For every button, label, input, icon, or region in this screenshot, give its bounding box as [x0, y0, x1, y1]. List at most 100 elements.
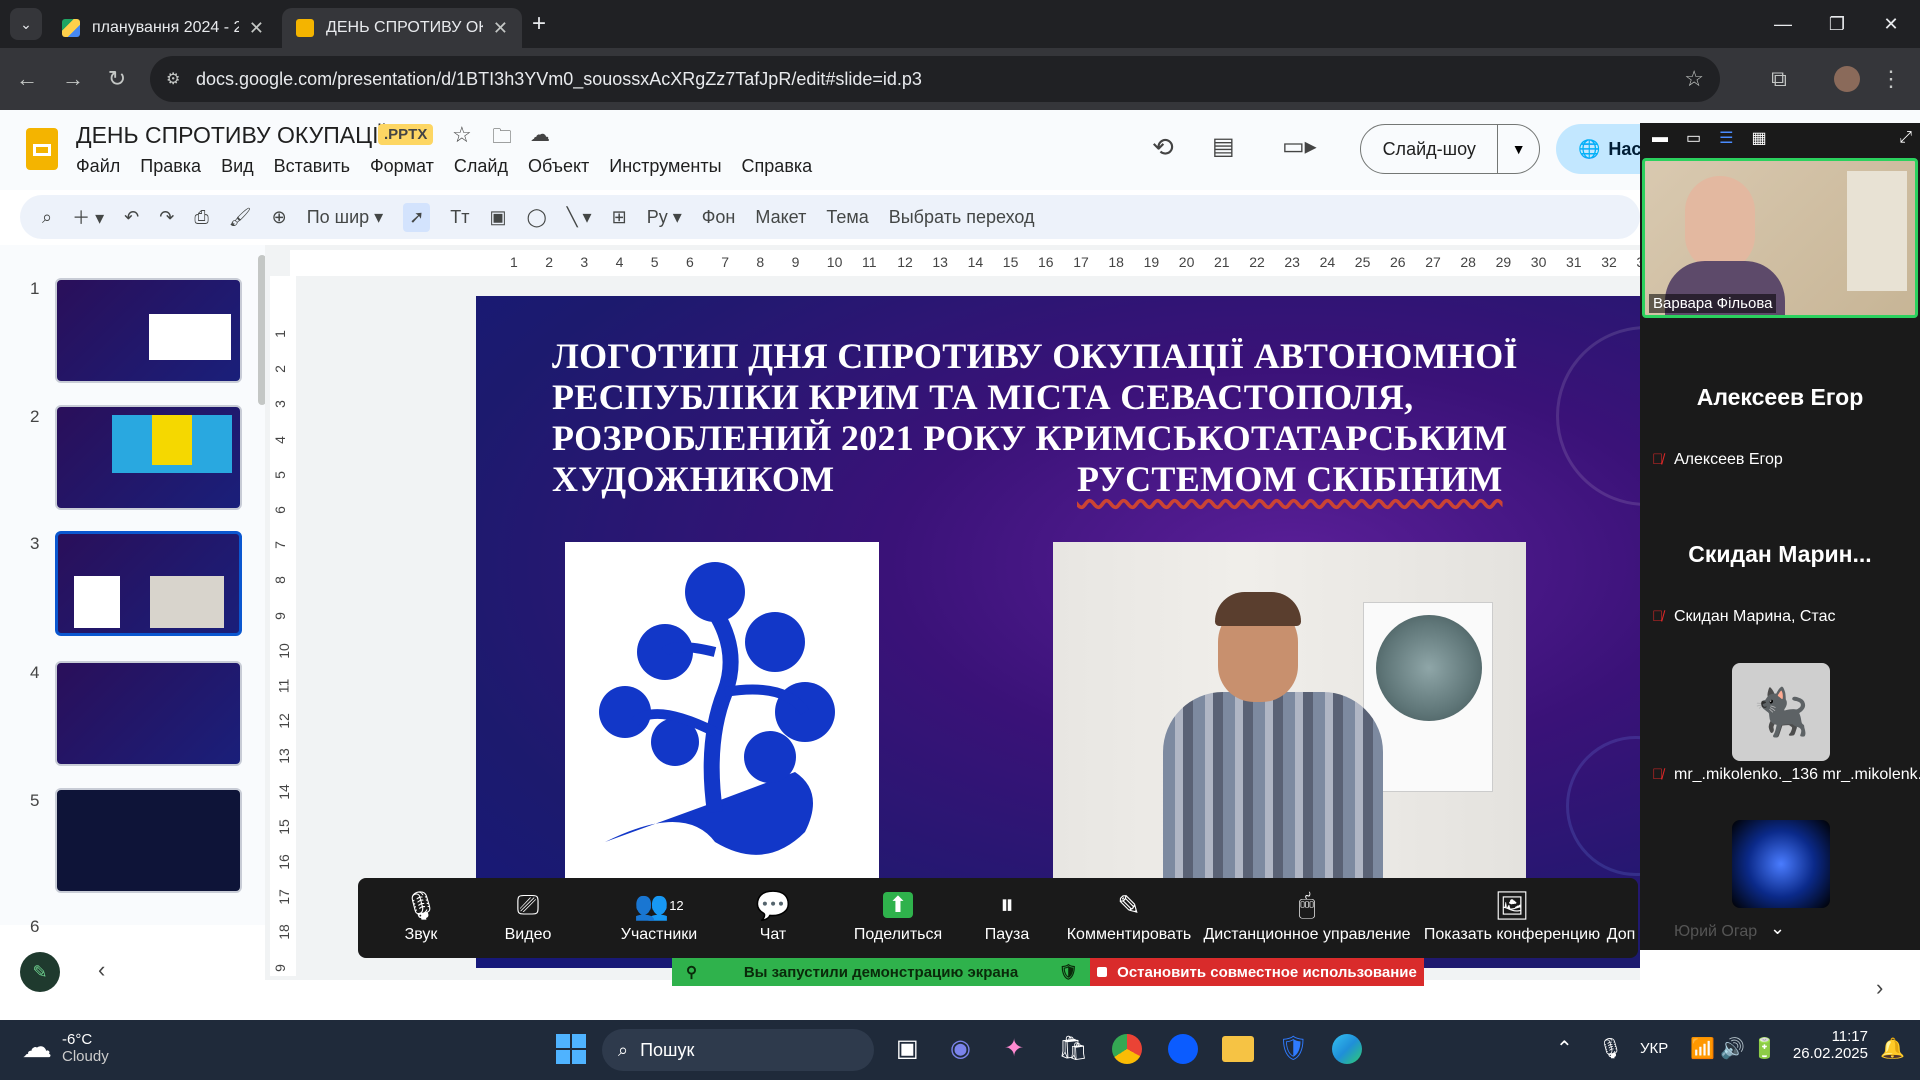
restore-icon[interactable]: ❐ — [1808, 0, 1866, 48]
document-title[interactable]: ДЕНЬ СПРОТИВУ ОКУПАЦІЇ — [76, 122, 385, 149]
teams-icon[interactable]: ◉ — [950, 1034, 971, 1063]
input-tools-icon[interactable]: Ру ▾ — [647, 207, 682, 228]
notifications-icon[interactable]: 🔔 — [1880, 1036, 1905, 1061]
extensions-icon[interactable]: ⧉ — [1762, 62, 1796, 96]
cat-avatar[interactable]: 🐈‍⬛ — [1732, 663, 1830, 761]
stop-share-button[interactable]: Остановить совместное использование — [1090, 958, 1424, 986]
close-tab-icon[interactable]: ✕ — [249, 18, 264, 39]
edge-icon[interactable] — [1332, 1034, 1362, 1064]
resistance-day-logo-image[interactable] — [565, 542, 879, 882]
network-icon[interactable]: 📶 — [1690, 1036, 1715, 1061]
comment-add-icon[interactable]: ⊞ — [612, 207, 627, 228]
pause-share-button[interactable]: ⏸ Пауза — [972, 884, 1042, 944]
chrome-icon[interactable] — [1112, 1034, 1142, 1064]
annotate-button[interactable]: ✎ Комментировать — [1064, 884, 1194, 944]
menu-tools[interactable]: Инструменты — [609, 156, 721, 177]
tab-search-icon[interactable]: ⌄ — [10, 8, 42, 40]
collapse-filmstrip-icon[interactable]: ‹ — [98, 957, 105, 983]
store-icon[interactable]: 🛍 — [1058, 1034, 1088, 1063]
back-icon[interactable]: ← — [10, 62, 44, 96]
transition-button[interactable]: Выбрать переход — [889, 207, 1035, 228]
menu-file[interactable]: Файл — [76, 156, 120, 177]
share-screen-button[interactable]: ⬆ Поделиться — [848, 884, 948, 944]
menu-help[interactable]: Справка — [742, 156, 813, 177]
slide-thumbnail-1[interactable] — [55, 278, 242, 383]
close-tab-icon[interactable]: ✕ — [493, 18, 508, 39]
volume-icon[interactable]: 🔊 — [1720, 1036, 1745, 1061]
close-window-icon[interactable]: ✕ — [1862, 0, 1920, 48]
background-button[interactable]: Фон — [702, 207, 736, 228]
share-pin-icon[interactable]: ⚲ — [686, 963, 697, 981]
file-explorer-icon[interactable] — [1222, 1036, 1254, 1062]
skull-avatar[interactable] — [1732, 820, 1830, 908]
copilot-icon[interactable]: ✦ — [1004, 1034, 1024, 1063]
menu-insert[interactable]: Вставить — [274, 156, 350, 177]
thumbnail-view-icon[interactable]: ▭ — [1686, 128, 1701, 148]
minimize-icon[interactable]: — — [1754, 0, 1812, 48]
slides-logo-icon[interactable] — [26, 128, 58, 170]
audio-button[interactable]: 🎙 Звук — [386, 884, 456, 944]
slide-title[interactable]: ЛОГОТИП ДНЯ СПРОТИВУ ОКУПАЦІЇ АВТОНОМНОЇ… — [552, 336, 1602, 500]
new-slide-icon[interactable]: ＋ ▾ — [72, 204, 104, 230]
microphone-tray-icon[interactable]: 🎙 — [1598, 1036, 1623, 1061]
slide-thumbnail-4[interactable] — [55, 661, 242, 766]
star-icon[interactable]: ☆ — [452, 122, 472, 148]
share-button[interactable]: 🌐 Нас — [1556, 124, 1641, 174]
shape-icon[interactable]: ◯ — [527, 207, 547, 228]
comments-icon[interactable]: ▤ — [1212, 132, 1235, 161]
language-indicator[interactable]: УКР — [1640, 1040, 1668, 1057]
menu-view[interactable]: Вид — [221, 156, 254, 177]
cloud-status-icon[interactable]: ☁ — [530, 122, 550, 147]
image-icon[interactable]: ▣ — [490, 207, 507, 228]
edit-pen-icon[interactable]: ✎ — [20, 952, 60, 992]
expand-icon[interactable]: ⤢ — [1899, 129, 1912, 147]
bookmark-star-icon[interactable]: ☆ — [1684, 66, 1704, 92]
chevron-down-icon[interactable]: ▼ — [1497, 124, 1539, 174]
tab-presentation[interactable]: ДЕНЬ СПРОТИВУ ОКУПАЦІЇ.pp ✕ — [282, 8, 522, 48]
search-menus-icon[interactable]: ⌕ — [42, 207, 52, 228]
participants-button[interactable]: 👥 12 Участники — [604, 884, 714, 944]
battery-icon[interactable]: 🔋 — [1752, 1036, 1777, 1061]
menu-format[interactable]: Формат — [370, 156, 434, 177]
tab-planning[interactable]: планування 2024 - 2025 – Goo ✕ — [48, 8, 278, 48]
line-icon[interactable]: ╲ ▾ — [567, 207, 592, 228]
meet-icon[interactable]: ▭▸ — [1282, 132, 1317, 161]
weather-widget[interactable]: ☁ -6°C Cloudy — [22, 1030, 109, 1065]
menu-object[interactable]: Объект — [528, 156, 589, 177]
site-info-icon[interactable]: ⚙ — [166, 69, 180, 89]
move-folder-icon[interactable]: 🗀 — [492, 122, 512, 156]
reload-icon[interactable]: ↻ — [100, 62, 134, 96]
address-bar[interactable]: ⚙ docs.google.com/presentation/d/1BTI3h3… — [150, 56, 1720, 102]
show-meeting-button[interactable]: 🖼 Показать конференцию — [1420, 884, 1604, 944]
select-tool-icon[interactable]: ➚ — [403, 202, 431, 232]
zoom-select[interactable]: По шир ▾ — [307, 207, 384, 228]
browser-menu-icon[interactable]: ⋮ — [1874, 62, 1908, 96]
taskbar-search[interactable]: ⌕ Пошук — [602, 1029, 874, 1071]
forward-icon[interactable]: → — [56, 62, 90, 96]
redo-icon[interactable]: ↷ — [159, 207, 174, 228]
defender-icon[interactable]: 🛡 — [1278, 1034, 1308, 1063]
slideshow-button[interactable]: Слайд-шоу ▼ — [1360, 124, 1540, 174]
video-button[interactable]: ⎚ Видео — [488, 884, 568, 944]
theme-button[interactable]: Тема — [826, 207, 868, 228]
paint-format-icon[interactable]: 🖌 — [229, 207, 252, 228]
zoom-app-icon[interactable] — [1168, 1034, 1198, 1064]
layout-button[interactable]: Макет — [755, 207, 806, 228]
remote-control-button[interactable]: 🖱 Дистанционное управление — [1200, 884, 1414, 944]
slide-thumbnail-3[interactable] — [55, 531, 242, 636]
task-view-icon[interactable]: ▣ — [896, 1034, 919, 1063]
menu-edit[interactable]: Правка — [140, 156, 201, 177]
print-icon[interactable]: ⎙ — [194, 207, 208, 228]
artist-photo[interactable] — [1053, 542, 1526, 882]
minimize-icon[interactable]: ▬ — [1652, 129, 1668, 147]
tray-chevron-icon[interactable]: ⌃ — [1556, 1036, 1573, 1061]
undo-icon[interactable]: ↶ — [124, 207, 139, 228]
scroll-right-icon[interactable]: › — [1876, 975, 1883, 1001]
slide-thumbnail-5[interactable] — [55, 788, 242, 893]
speaker-view-icon[interactable]: ☰ — [1719, 128, 1733, 148]
more-button[interactable]: Доп — [1604, 884, 1638, 944]
current-slide[interactable]: ЛОГОТИП ДНЯ СПРОТИВУ ОКУПАЦІЇ АВТОНОМНОЇ… — [476, 296, 1640, 968]
history-icon[interactable]: ⟲ — [1152, 132, 1174, 163]
text-box-icon[interactable]: Tт — [450, 207, 469, 228]
participant-video-tile[interactable]: Варвара Фільова — [1642, 158, 1918, 318]
